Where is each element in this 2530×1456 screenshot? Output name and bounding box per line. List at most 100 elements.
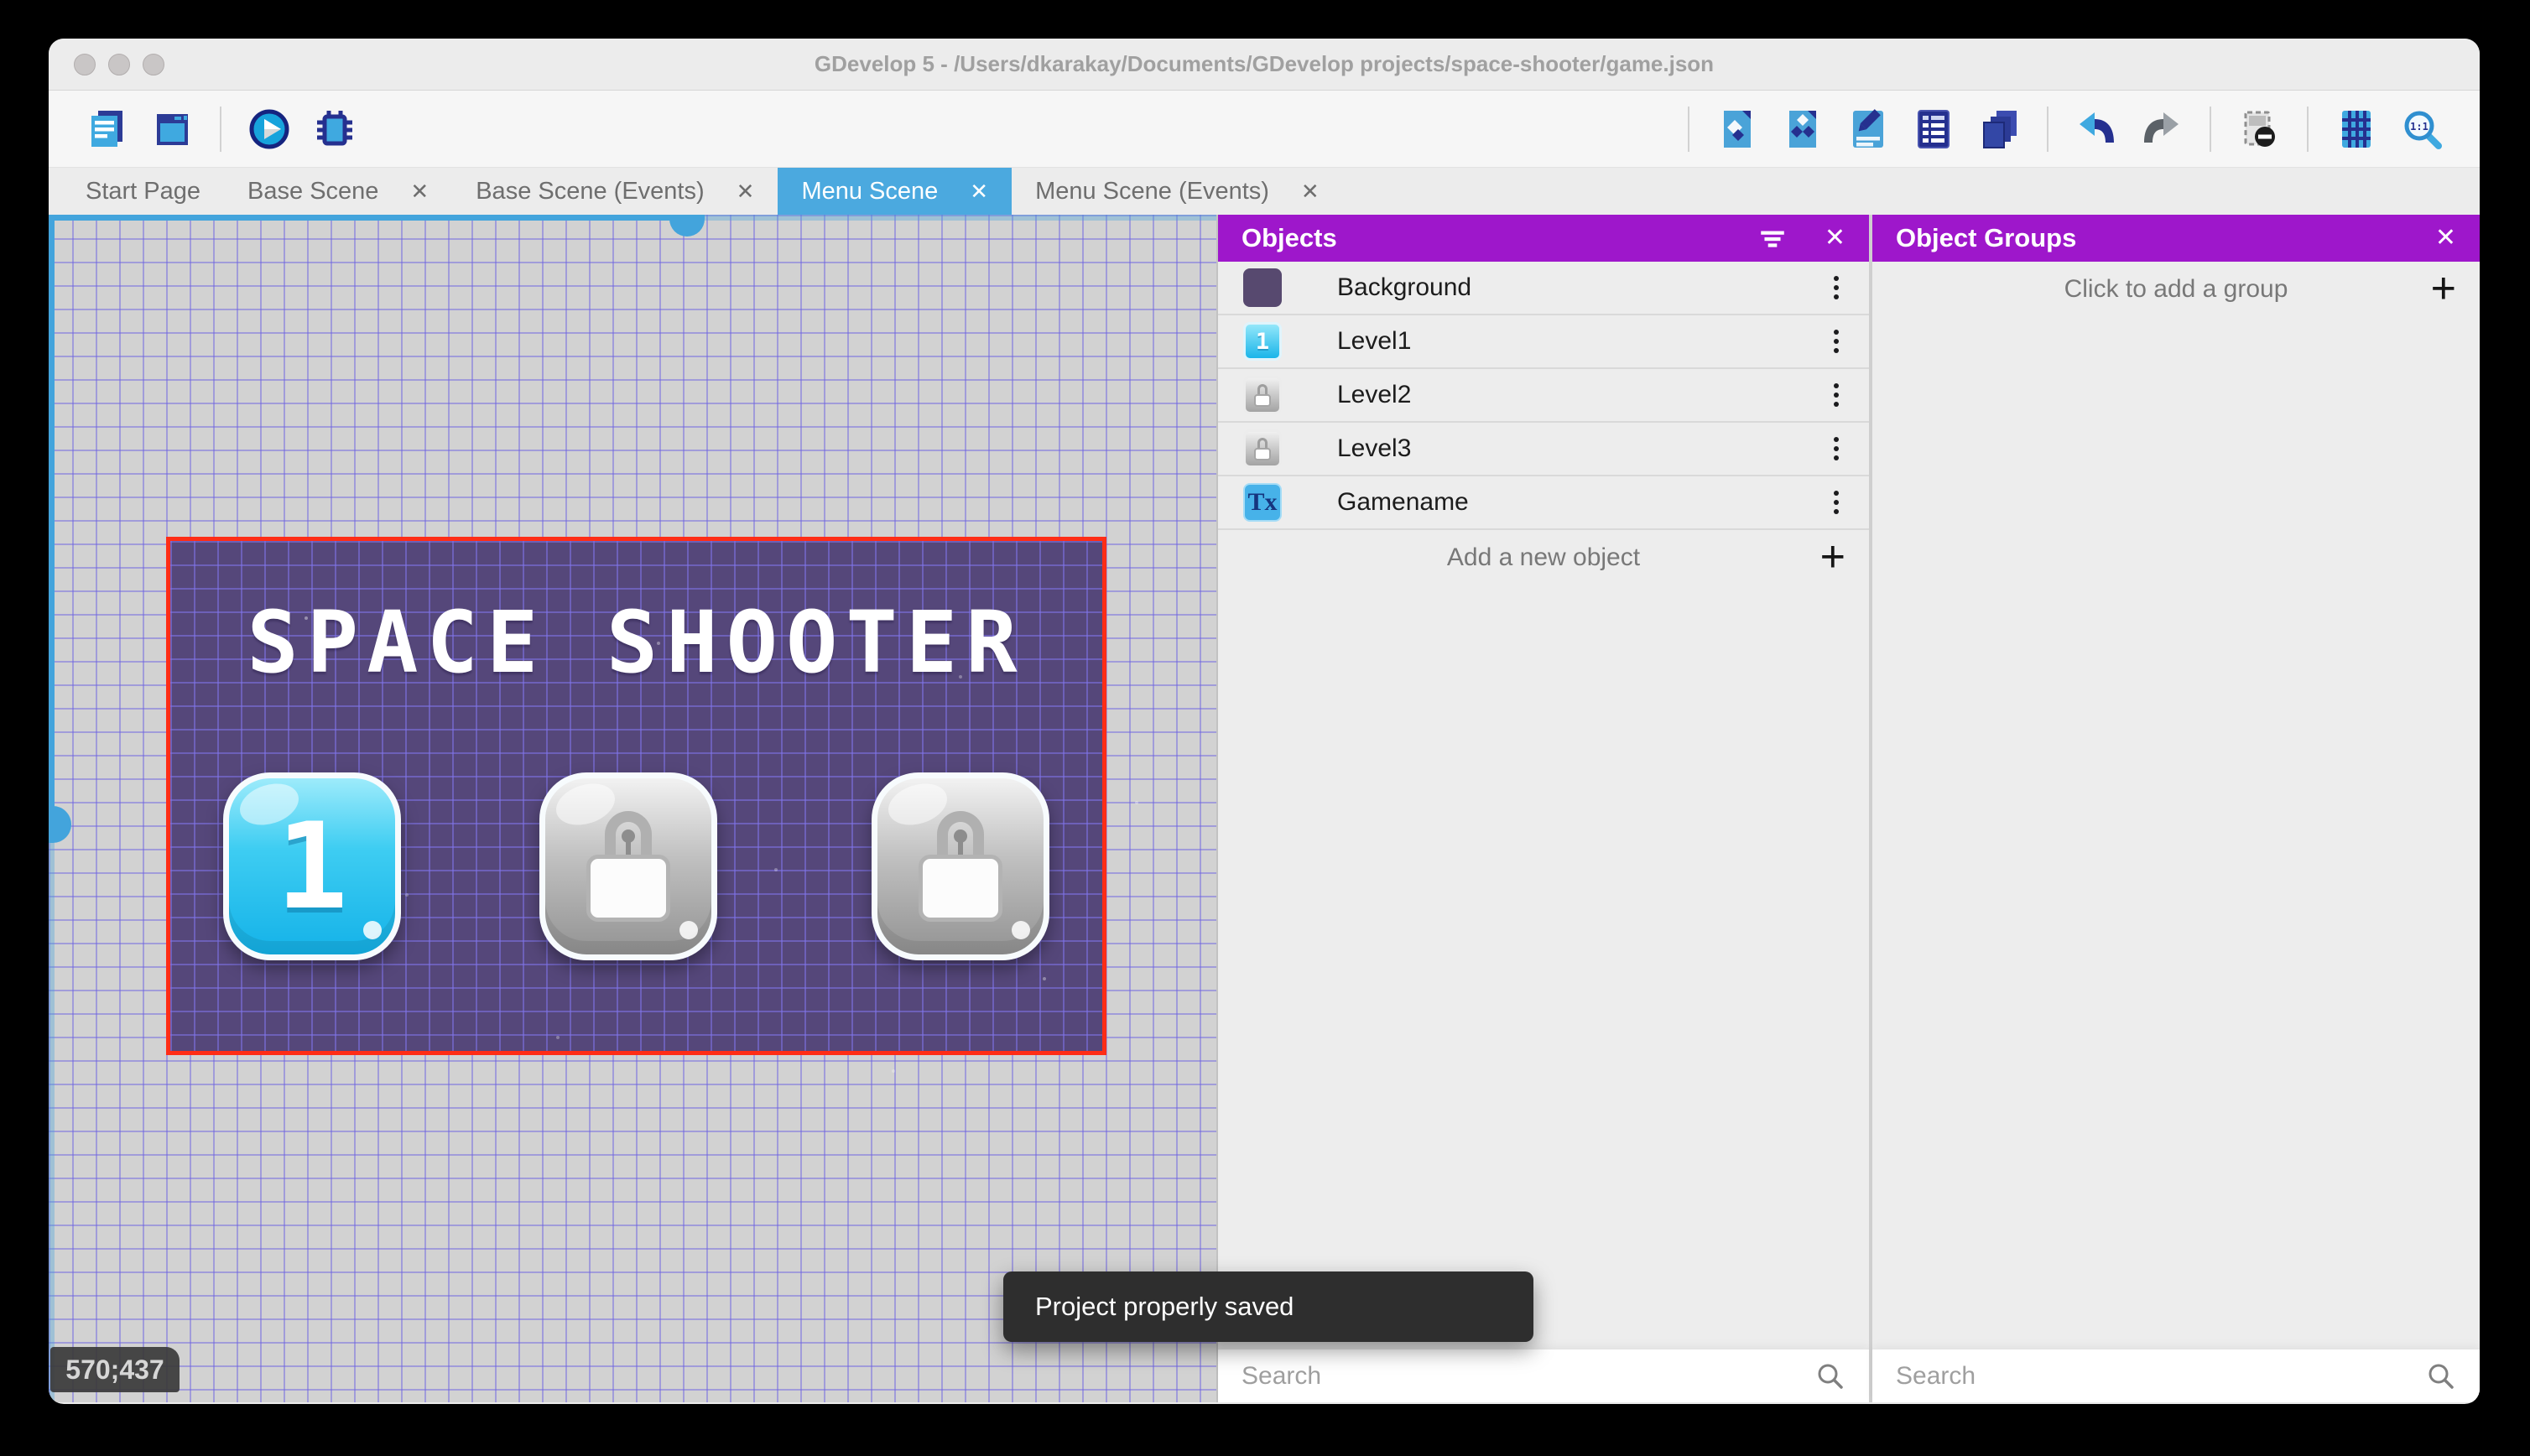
kebab-menu-icon[interactable]: [1829, 325, 1844, 358]
project-manager-icon: [91, 110, 122, 147]
save-toast: Project properly saved: [1003, 1271, 1533, 1342]
scene-title-instance[interactable]: SPACE SHOOTER: [170, 593, 1102, 693]
objects-search-bar: [1218, 1349, 1869, 1402]
tab-start-page[interactable]: Start Page: [62, 168, 224, 215]
background-thumbnail: [1243, 268, 1282, 307]
properties-panel-icon: [1853, 108, 1883, 148]
search-icon: [2428, 1364, 2454, 1389]
objects-panel-icon: [1724, 110, 1751, 148]
object-label: Level1: [1337, 327, 1412, 355]
tabbar: Start Page Base Scene ✕ Base Scene (Even…: [49, 168, 2480, 215]
kebab-menu-icon[interactable]: [1829, 378, 1844, 412]
level2-thumbnail: [1243, 376, 1282, 414]
object-groups-panel-header: Object Groups ✕: [1872, 215, 2480, 262]
plus-icon: +: [1819, 533, 1845, 582]
window-mask-button[interactable]: [2234, 104, 2284, 154]
object-groups-search-bar: [1872, 1349, 2480, 1402]
plus-icon: +: [2430, 264, 2456, 314]
object-label: Level2: [1337, 381, 1412, 408]
window-title: GDevelop 5 - /Users/dkarakay/Documents/G…: [814, 51, 1715, 76]
objects-panel-empty-space: [1218, 585, 1869, 1349]
level1-button-instance[interactable]: 1: [223, 772, 401, 960]
add-new-object-button[interactable]: Add a new object +: [1218, 530, 1869, 585]
play-icon: [249, 109, 289, 148]
scene-window-button[interactable]: [147, 104, 197, 154]
kebab-menu-icon[interactable]: [1829, 432, 1844, 465]
tab-close-icon[interactable]: ✕: [410, 179, 429, 205]
tab-close-icon[interactable]: ✕: [970, 179, 988, 205]
search-icon: [1818, 1364, 1843, 1389]
cursor-coordinates-badge: 570;437: [50, 1347, 180, 1392]
level2-locked-button-instance[interactable]: [539, 772, 717, 960]
properties-panel-button[interactable]: [1843, 104, 1893, 154]
redo-button[interactable]: [2137, 104, 2187, 154]
scene-window-selection[interactable]: SPACE SHOOTER 1: [166, 537, 1106, 1055]
object-label: Level3: [1337, 434, 1412, 462]
text-object-thumbnail: Tx: [1243, 483, 1282, 522]
filter-icon[interactable]: [1757, 223, 1788, 253]
horizontal-scrollbar-fill: [49, 215, 688, 221]
tab-label: Base Scene (Events): [476, 177, 705, 205]
scene-editor-canvas[interactable]: SPACE SHOOTER 1 570;437: [49, 215, 1216, 1402]
debug-icon: [317, 110, 352, 145]
kebab-menu-icon[interactable]: [1829, 271, 1844, 304]
toolbar: 1:1: [49, 91, 2480, 168]
toolbar-separator: [1688, 106, 1689, 152]
toolbar-separator: [2307, 106, 2309, 152]
tab-base-scene[interactable]: Base Scene ✕: [224, 168, 452, 215]
objects-panel-title: Objects: [1242, 223, 1337, 252]
kebab-menu-icon[interactable]: [1829, 486, 1844, 519]
undo-icon: [2080, 112, 2114, 143]
object-groups-search-input[interactable]: [1896, 1361, 2426, 1391]
scene-window-icon: [157, 113, 188, 145]
preview-play-button[interactable]: [244, 104, 294, 154]
instances-list-button[interactable]: [1908, 104, 1959, 154]
layers-panel-button[interactable]: [1974, 104, 2024, 154]
tab-base-scene-events[interactable]: Base Scene (Events) ✕: [452, 168, 778, 215]
instances-list-icon: [1918, 109, 1950, 148]
undo-button[interactable]: [2071, 104, 2121, 154]
object-row-background[interactable]: Background: [1218, 262, 1869, 315]
redo-icon: [2144, 112, 2179, 143]
object-groups-empty-space: [1872, 317, 2480, 1349]
grid-toggle-button[interactable]: [2331, 104, 2382, 154]
tab-label: Start Page: [86, 177, 201, 205]
tab-label: Base Scene: [247, 177, 379, 205]
window-mask-icon: [2244, 111, 2275, 147]
vertical-scrollbar-knob[interactable]: [49, 806, 71, 843]
tab-menu-scene[interactable]: Menu Scene ✕: [778, 168, 1013, 215]
lock-icon: [919, 811, 1002, 922]
grid-icon: [2342, 110, 2371, 148]
level3-locked-button-instance[interactable]: [872, 772, 1049, 960]
add-group-button[interactable]: Click to add a group +: [1872, 262, 2480, 317]
debug-button[interactable]: [310, 104, 360, 154]
layers-panel-icon: [1983, 110, 2017, 148]
object-row-level2[interactable]: Level2: [1218, 369, 1869, 423]
tab-label: Menu Scene: [801, 177, 939, 205]
object-row-level1[interactable]: 1 Level1: [1218, 315, 1869, 369]
lock-icon: [1254, 383, 1271, 407]
tab-close-icon[interactable]: ✕: [737, 179, 755, 205]
objects-search-input[interactable]: [1242, 1361, 1815, 1391]
toolbar-separator: [220, 106, 221, 152]
add-new-object-label: Add a new object: [1446, 543, 1641, 571]
object-label: Gamename: [1337, 488, 1469, 516]
toolbar-separator: [2047, 106, 2048, 152]
object-groups-panel-title: Object Groups: [1896, 223, 2077, 252]
object-row-level3[interactable]: Level3: [1218, 423, 1869, 476]
tab-close-icon[interactable]: ✕: [1301, 179, 1320, 205]
gdevelop-window: GDevelop 5 - /Users/dkarakay/Documents/G…: [49, 39, 2480, 1404]
object-groups-panel: Object Groups ✕ Click to add a group +: [1872, 215, 2480, 1402]
tab-menu-scene-events[interactable]: Menu Scene (Events) ✕: [1012, 168, 1343, 215]
project-manager-button[interactable]: [81, 104, 132, 154]
objects-panel-button[interactable]: [1712, 104, 1762, 154]
objects-panel-close-icon[interactable]: ✕: [1825, 226, 1845, 251]
object-groups-panel-button[interactable]: [1778, 104, 1828, 154]
object-groups-panel-close-icon[interactable]: ✕: [2435, 226, 2456, 251]
horizontal-scrollbar-knob[interactable]: [669, 215, 705, 237]
object-row-gamename[interactable]: Tx Gamename: [1218, 476, 1869, 530]
zoom-1-1-button[interactable]: 1:1: [2397, 104, 2447, 154]
tab-label: Menu Scene (Events): [1035, 177, 1269, 205]
objects-panel-header: Objects ✕: [1218, 215, 1869, 262]
zoom-1-1-icon: 1:1: [2404, 111, 2442, 149]
